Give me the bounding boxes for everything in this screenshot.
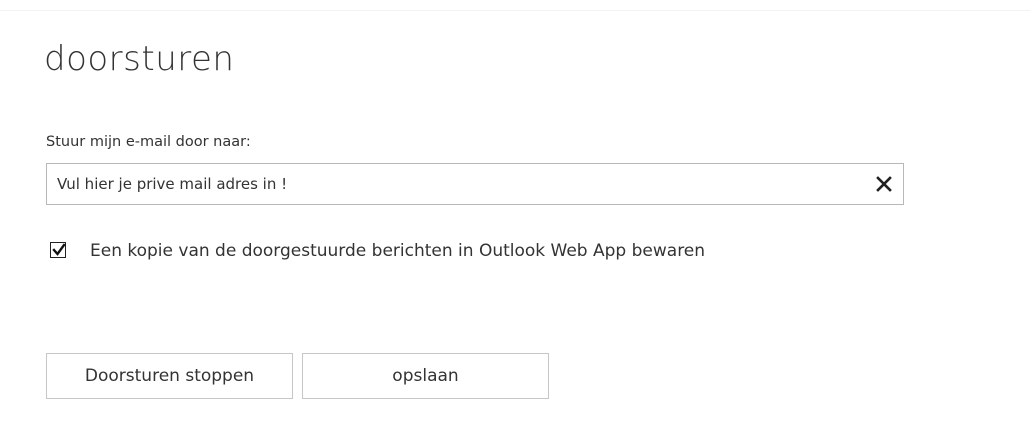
save-button[interactable]: opslaan bbox=[302, 353, 549, 399]
forward-email-field[interactable] bbox=[46, 163, 904, 205]
top-divider bbox=[0, 0, 1030, 11]
close-icon[interactable] bbox=[873, 173, 895, 195]
keep-copy-label[interactable]: Een kopie van de doorgestuurde berichten… bbox=[90, 240, 705, 262]
keep-copy-checkbox[interactable] bbox=[50, 242, 66, 258]
checkmark-icon bbox=[52, 243, 66, 256]
stop-forwarding-button[interactable]: Doorsturen stoppen bbox=[46, 353, 293, 399]
forward-to-label: Stuur mijn e-mail door naar: bbox=[46, 134, 251, 150]
page-title: doorsturen bbox=[44, 39, 235, 79]
forward-email-input[interactable] bbox=[57, 164, 847, 204]
